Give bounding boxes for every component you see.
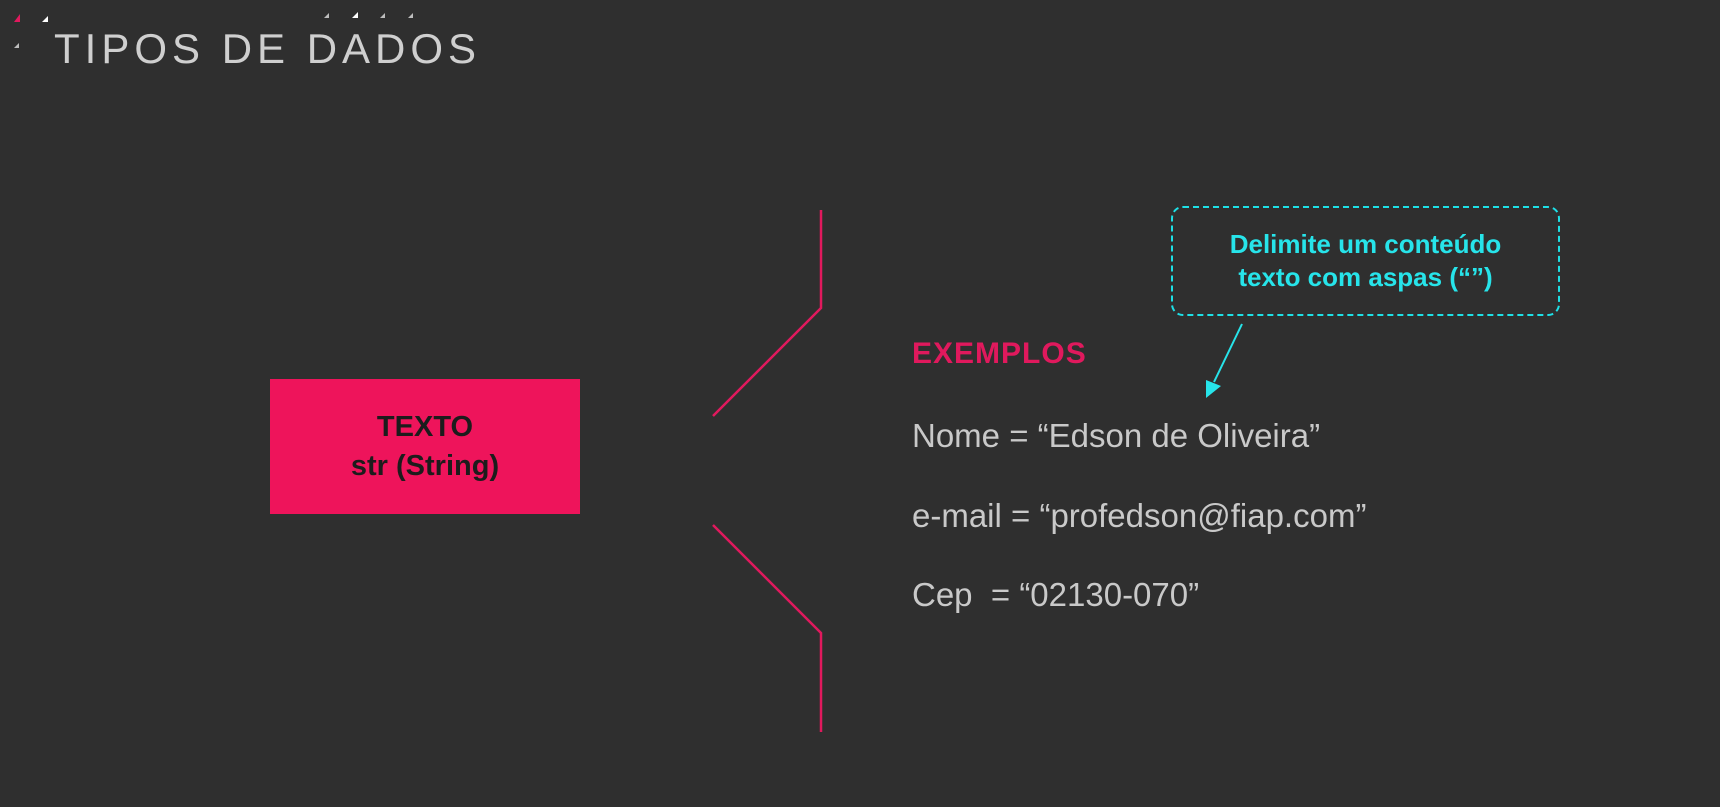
example-nome: Nome = “Edson de Oliveira” [912, 417, 1321, 454]
callout-arrow-line [1213, 323, 1243, 383]
examples-heading: EXEMPLOS [912, 337, 1087, 370]
example-email: e-mail = “profedson@fiap.com” [912, 497, 1367, 534]
data-type-box: TEXTO str (String) [270, 379, 580, 514]
bracket-upper-line [712, 210, 823, 417]
bracket-connector [712, 210, 1243, 732]
callout-note: Delimite um conteúdo texto com aspas (“”… [1171, 206, 1560, 316]
callout-arrow-head [1206, 380, 1221, 398]
bracket-lower-line [712, 524, 823, 732]
data-type-name: TEXTO [376, 410, 474, 443]
data-type-code: str (String) [350, 449, 500, 482]
slide-title: TIPOS DE DADOS [54, 25, 482, 72]
callout-line-1: Delimite um conteúdo [1229, 229, 1502, 259]
callout-line-2: texto com aspas (“”) [1238, 262, 1493, 292]
example-cep: Cep = “02130-070” [912, 576, 1200, 613]
